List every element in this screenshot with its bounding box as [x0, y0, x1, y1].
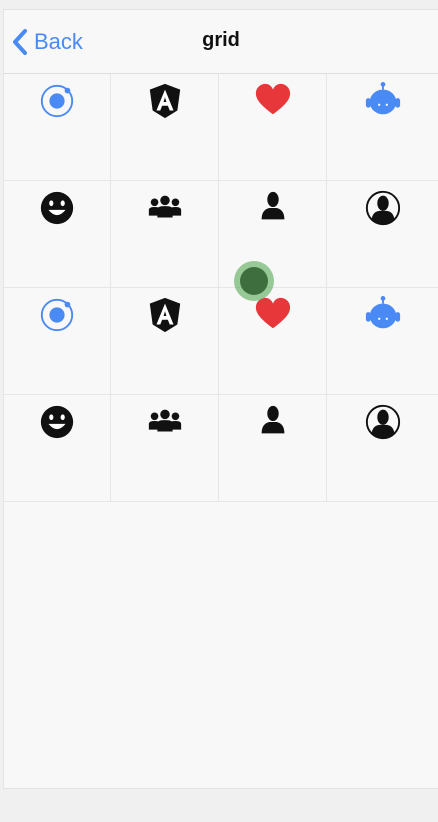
angular-icon	[149, 83, 180, 119]
touch-indicator	[234, 261, 274, 301]
ionic-icon	[40, 84, 74, 118]
grid-cell[interactable]	[219, 395, 327, 502]
ionic-icon	[40, 298, 74, 332]
person-circle-icon	[365, 404, 400, 440]
grid-cell[interactable]	[327, 395, 438, 502]
app-screen: Back grid	[4, 10, 438, 788]
grid-cell[interactable]	[219, 74, 327, 181]
grid-cell[interactable]	[111, 288, 219, 395]
happy-face-icon	[40, 191, 74, 225]
icon-grid	[4, 74, 438, 502]
person-icon	[261, 191, 284, 220]
grid-cell[interactable]	[219, 288, 327, 395]
grid-cell[interactable]	[111, 74, 219, 181]
person-circle-icon	[365, 190, 400, 226]
grid-cell[interactable]	[111, 395, 219, 502]
heart-icon	[255, 83, 290, 115]
heart-icon	[255, 297, 290, 329]
people-group-icon	[148, 195, 181, 218]
page-title: grid	[202, 29, 240, 51]
grid-cell[interactable]	[327, 288, 438, 395]
grid-cell[interactable]	[4, 181, 111, 288]
angular-icon	[149, 297, 180, 333]
people-group-icon	[148, 409, 181, 432]
grid-cell[interactable]	[4, 74, 111, 181]
grid-cell[interactable]	[111, 181, 219, 288]
grid-cell[interactable]	[327, 181, 438, 288]
android-icon	[365, 296, 400, 329]
person-icon	[261, 405, 284, 434]
grid-cell[interactable]	[4, 395, 111, 502]
happy-face-icon	[40, 405, 74, 439]
grid-cell[interactable]	[327, 74, 438, 181]
android-icon	[365, 82, 400, 115]
grid-cell[interactable]	[4, 288, 111, 395]
navigation-bar: Back grid	[4, 10, 438, 74]
touch-indicator-dot	[240, 267, 268, 295]
